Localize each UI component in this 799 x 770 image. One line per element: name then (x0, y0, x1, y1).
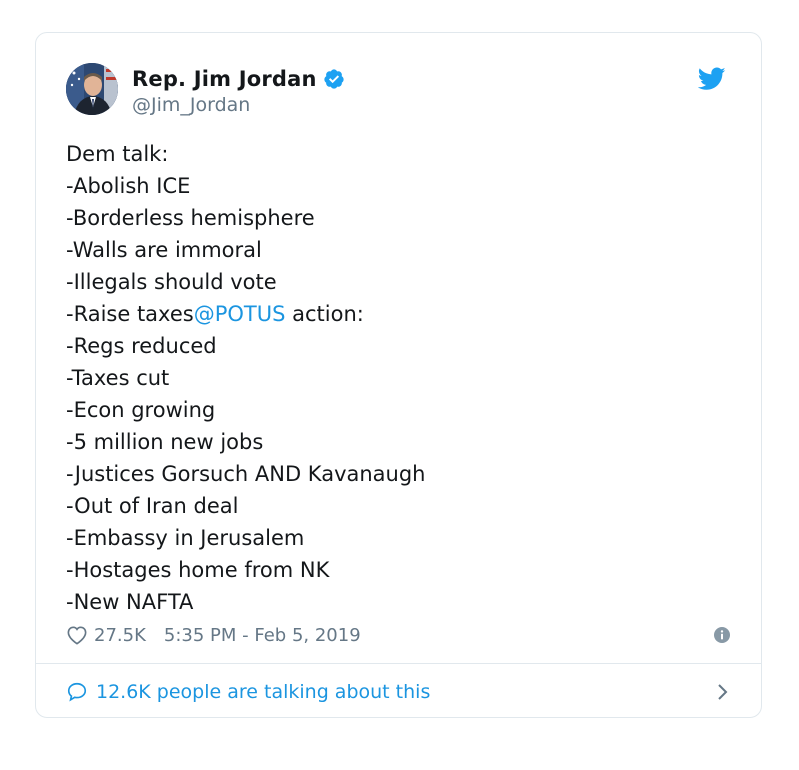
tweet-line-text: -Illegals should vote (66, 270, 277, 294)
talking-count: 12.6K people are talking about this (96, 681, 431, 703)
tweet-line-text: -Borderless hemisphere (66, 206, 315, 230)
author-handle[interactable]: @Jim_Jordan (132, 94, 345, 116)
tweet-line-text: -Embassy in Jerusalem (66, 526, 305, 550)
avatar-image (66, 63, 118, 115)
mention-link[interactable]: @POTUS (194, 302, 286, 326)
tweet-text: Dem talk: -Abolish ICE -Borderless hemisph… (66, 138, 726, 618)
tweet-line: -Illegals should vote (66, 266, 726, 298)
tweet-line: -Out of Iran deal (66, 490, 726, 522)
tweet-line: -Econ growing (66, 394, 726, 426)
tweet-line: -Walls are immoral (66, 234, 726, 266)
tweet-line-text: -Hostages home from NK (66, 558, 330, 582)
tweet-timestamp[interactable]: 5:35 PM - Feb 5, 2019 (164, 625, 361, 646)
tweet-line: -Abolish ICE (66, 170, 726, 202)
tweet-card[interactable]: Rep. Jim Jordan @Jim_Jordan Dem talk: -Ab… (35, 32, 762, 718)
tweet-line: -New NAFTA (66, 586, 726, 618)
tweet-line: -Borderless hemisphere (66, 202, 726, 234)
tweet-line-text: -Econ growing (66, 398, 216, 422)
display-name[interactable]: Rep. Jim Jordan (132, 67, 317, 91)
tweet-line-text: -Raise taxes (66, 302, 194, 326)
like-count[interactable]: 27.5K (94, 625, 146, 646)
display-name-row: Rep. Jim Jordan (132, 64, 345, 94)
tweet-line-text: -Regs reduced (66, 334, 217, 358)
tweet-meta: 27.5K 5:35 PM - Feb 5, 2019 (66, 621, 730, 649)
info-icon[interactable] (714, 627, 730, 643)
tweet-line: -Taxes cut (66, 362, 726, 394)
tweet-line: -Hostages home from NK (66, 554, 726, 586)
twitter-bird-icon[interactable] (697, 67, 726, 91)
tweet-line-text: action: (285, 302, 364, 326)
tweet-header: Rep. Jim Jordan @Jim_Jordan (66, 63, 726, 119)
tweet-line: -Embassy in Jerusalem (66, 522, 726, 554)
heart-icon[interactable] (66, 625, 88, 645)
card-divider (36, 663, 761, 664)
verified-badge-icon (323, 68, 345, 90)
tweet-line-text: -New NAFTA (66, 590, 194, 614)
speech-bubble-icon (66, 681, 88, 703)
tweet-line-text: -Justices Gorsuch AND Kavanaugh (66, 462, 426, 486)
tweet-line-text: Dem talk: (66, 142, 169, 166)
tweet-line-text: -Out of Iran deal (66, 494, 239, 518)
tweet-line-text: -Abolish ICE (66, 174, 191, 198)
tweet-line-text: -5 million new jobs (66, 430, 264, 454)
avatar[interactable] (66, 63, 118, 115)
tweet-line: -Justices Gorsuch AND Kavanaugh (66, 458, 726, 490)
tweet-line: -5 million new jobs (66, 426, 726, 458)
tweet-line-text: -Taxes cut (66, 366, 170, 390)
tweet-line-text: -Walls are immoral (66, 238, 262, 262)
chevron-right-icon[interactable] (716, 682, 730, 702)
tweet-line: Dem talk: (66, 138, 726, 170)
tweet-line: -Regs reduced (66, 330, 726, 362)
conversation-link[interactable]: 12.6K people are talking about this (66, 677, 728, 707)
tweet-line: -Raise taxes@POTUS action: (66, 298, 726, 330)
author-names: Rep. Jim Jordan @Jim_Jordan (132, 64, 345, 116)
